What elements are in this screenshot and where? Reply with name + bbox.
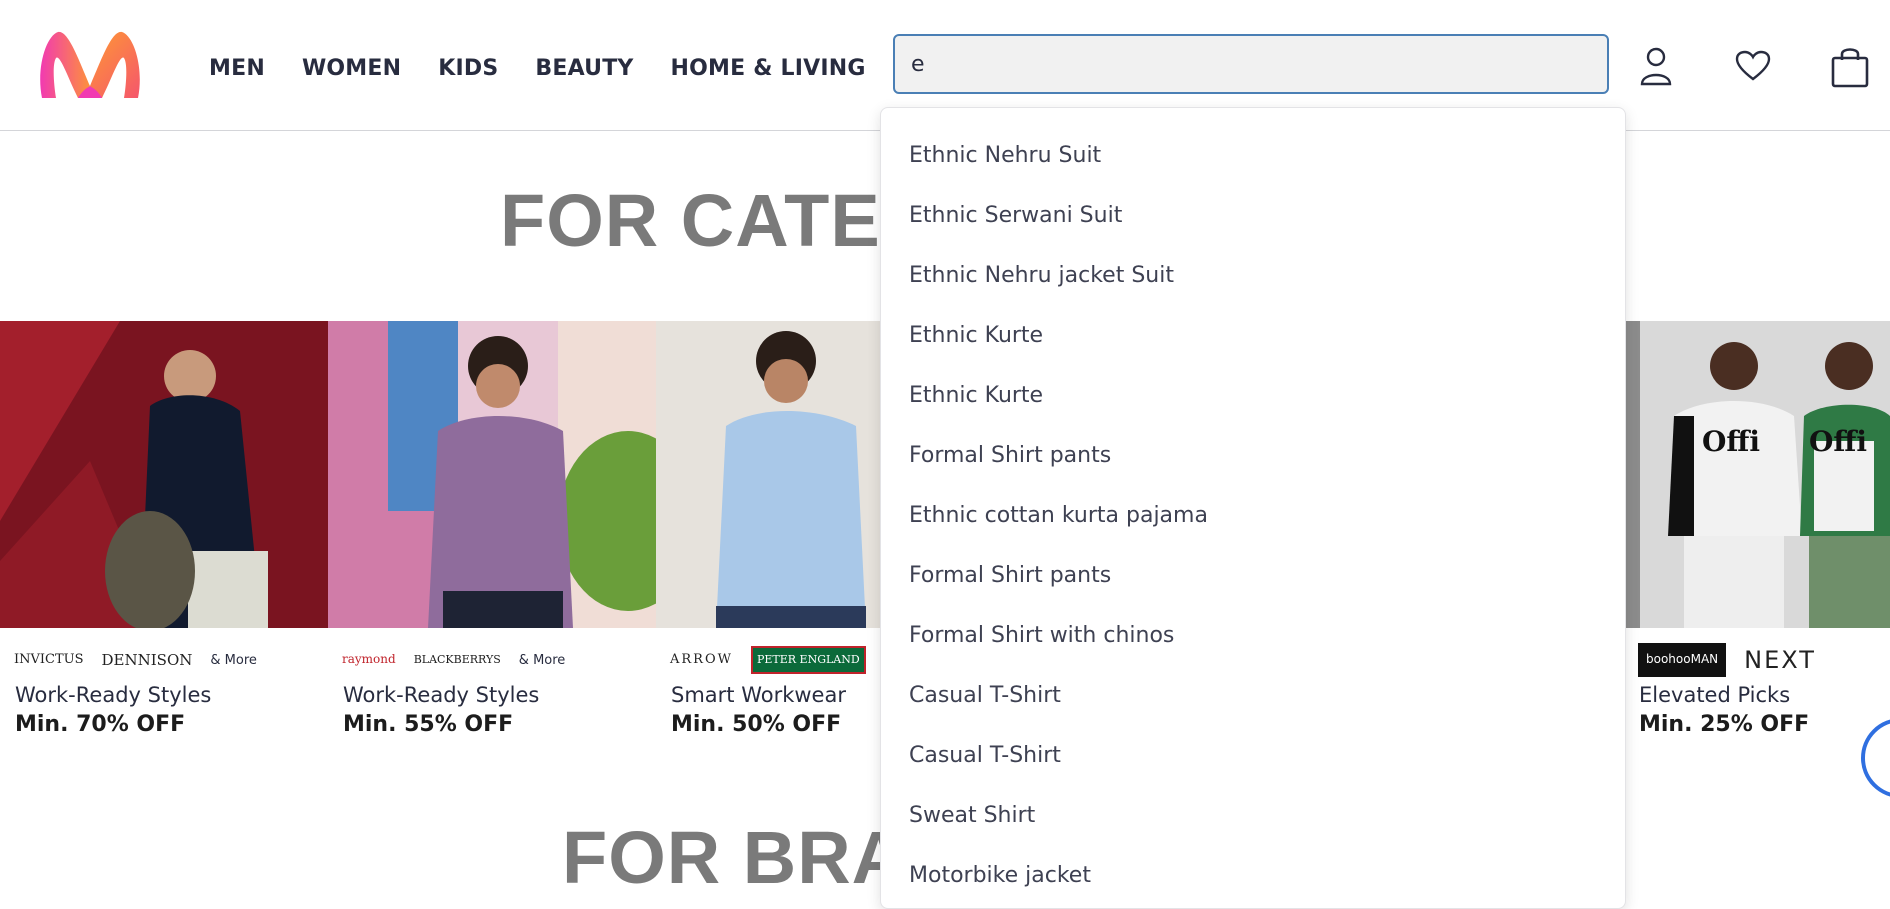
banner-title: Elevated Picks <box>1639 683 1791 707</box>
bag-button[interactable] <box>1826 40 1874 92</box>
suggestion-item[interactable]: Ethnic Kurte <box>881 366 1625 426</box>
brand-logo: NEXT <box>1744 645 1816 674</box>
banner-image <box>0 321 328 628</box>
banner-offer: Min. 55% OFF <box>343 712 514 737</box>
brand-logo: ARROW <box>670 651 733 667</box>
banner-brand-logos: raymond BLACKBERRYS & More <box>342 634 565 686</box>
suggestion-item[interactable]: Casual T-Shirt <box>881 726 1625 786</box>
suggestion-item[interactable]: Ethnic cottan kurta pajama <box>881 486 1625 546</box>
more-brands-label: & More <box>210 652 257 668</box>
banner-card[interactable]: raymond BLACKBERRYS & More Work-Ready St… <box>328 321 656 751</box>
banner-title: Work-Ready Styles <box>15 683 212 707</box>
banner-brand-logos: ARROW PETER ENGLAND <box>670 634 866 686</box>
section-title-brands: FOR BRA <box>562 816 907 899</box>
brand-logo: DENNISON <box>101 650 193 669</box>
banner-offer: Min. 70% OFF <box>15 712 186 737</box>
banner-image: Offi Offi <box>1624 321 1890 628</box>
brand-logo: BLACKBERRYS <box>413 652 501 666</box>
nav-women[interactable]: WOMEN <box>302 56 401 81</box>
nav-beauty[interactable]: BEAUTY <box>535 56 633 81</box>
banner-brand-logos: INVICTUS DENNISON & More <box>14 634 257 686</box>
suggestion-item[interactable]: Sweat Shirt <box>881 786 1625 846</box>
suggestion-item[interactable]: Motorbike jacket <box>881 846 1625 906</box>
search-input[interactable] <box>893 34 1609 94</box>
banner-title: Work-Ready Styles <box>343 683 540 707</box>
brand-logo: raymond <box>342 652 396 667</box>
banner-offer: Min. 25% OFF <box>1639 712 1810 737</box>
svg-text:Offi: Offi <box>1702 425 1760 458</box>
main-nav: MEN WOMEN KIDS BEAUTY HOME & LIVING <box>209 56 866 81</box>
suggestion-item[interactable]: Formal Shirt with chinos <box>881 606 1625 666</box>
brand-logo: PETER ENGLAND <box>750 645 866 675</box>
nav-home-living[interactable]: HOME & LIVING <box>671 56 866 81</box>
suggestion-item[interactable]: Casual T-Shirt <box>881 666 1625 726</box>
profile-icon <box>1640 47 1672 86</box>
nav-kids[interactable]: KIDS <box>438 56 498 81</box>
search-suggestions-dropdown: Ethnic Nehru Suit Ethnic Serwani Suit Et… <box>880 107 1626 909</box>
banner-card[interactable]: Offi Offi boohooMAN NEXT Elevated Picks … <box>1624 321 1890 751</box>
brand-logo: boohooMAN <box>1638 643 1727 677</box>
suggestion-item[interactable]: Ethnic Nehru jacket Suit <box>881 246 1625 306</box>
suggestion-item[interactable]: Formal Shirt pants <box>881 426 1625 486</box>
nav-men[interactable]: MEN <box>209 56 265 81</box>
banner-title: Smart Workwear <box>671 683 846 707</box>
banner-card[interactable]: INVICTUS DENNISON & More Work-Ready Styl… <box>0 321 328 751</box>
suggestion-item[interactable]: Ethnic Nehru Suit <box>881 126 1625 186</box>
wishlist-button[interactable] <box>1729 40 1777 92</box>
profile-button[interactable] <box>1632 40 1680 92</box>
suggestion-list: Ethnic Nehru Suit Ethnic Serwani Suit Et… <box>881 108 1625 906</box>
banner-brand-logos: boohooMAN NEXT <box>1638 634 1816 686</box>
banner-offer: Min. 50% OFF <box>671 712 842 737</box>
brand-logo: INVICTUS <box>14 651 84 667</box>
section-title-categories: FOR CATEG <box>500 179 940 262</box>
suggestion-item[interactable]: Formal Shirt pants <box>881 546 1625 606</box>
myntra-logo[interactable] <box>38 28 142 102</box>
bag-icon <box>1831 48 1869 88</box>
wishlist-icon <box>1735 50 1771 81</box>
svg-text:Offi: Offi <box>1809 425 1867 458</box>
suggestion-item[interactable]: Ethnic Serwani Suit <box>881 186 1625 246</box>
suggestion-item[interactable]: Ethnic Kurte <box>881 306 1625 366</box>
banner-image <box>328 321 656 628</box>
more-brands-label: & More <box>518 652 566 668</box>
